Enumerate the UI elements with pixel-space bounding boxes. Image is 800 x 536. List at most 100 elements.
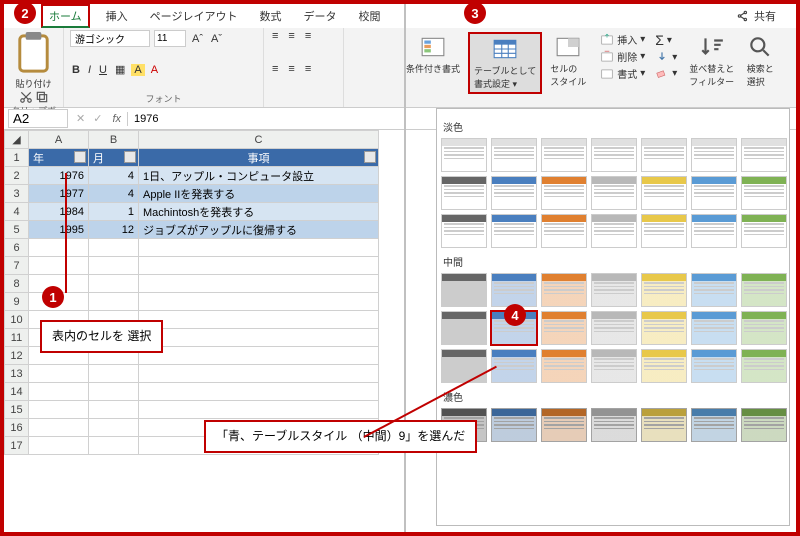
table-style-thumb[interactable] xyxy=(641,408,687,442)
cell[interactable]: 1 xyxy=(89,203,139,221)
row-header[interactable]: 6 xyxy=(5,239,29,257)
cell[interactable]: 1977 xyxy=(29,185,89,203)
table-style-thumb[interactable] xyxy=(441,311,487,345)
row-header[interactable]: 12 xyxy=(5,347,29,365)
cell[interactable] xyxy=(29,239,89,257)
row-header[interactable]: 3 xyxy=(5,185,29,203)
row-header[interactable]: 14 xyxy=(5,383,29,401)
increase-font-button[interactable]: Aˆ xyxy=(190,33,205,45)
filter-dropdown-icon[interactable] xyxy=(364,151,376,163)
insert-cells-button[interactable]: 挿入 ▾ xyxy=(600,32,645,47)
table-style-thumb[interactable] xyxy=(591,176,637,210)
table-style-thumb[interactable] xyxy=(641,138,687,172)
cell[interactable] xyxy=(89,293,139,311)
cell[interactable] xyxy=(139,401,379,419)
row-header[interactable]: 10 xyxy=(5,311,29,329)
tab-layout[interactable]: ページレイアウト xyxy=(144,6,244,26)
name-box[interactable] xyxy=(8,109,68,128)
cell[interactable] xyxy=(89,275,139,293)
fx-icon[interactable]: fx xyxy=(106,113,127,125)
table-style-thumb[interactable] xyxy=(441,138,487,172)
cell[interactable]: 1995 xyxy=(29,221,89,239)
cell[interactable]: 1976 xyxy=(29,167,89,185)
tab-home[interactable]: ホーム xyxy=(41,4,90,28)
table-style-thumb[interactable] xyxy=(441,176,487,210)
table-style-thumb[interactable] xyxy=(491,273,537,307)
table-style-thumb[interactable] xyxy=(741,311,787,345)
tab-data[interactable]: データ xyxy=(297,6,342,26)
table-style-thumb[interactable] xyxy=(491,349,537,383)
find-select-button[interactable]: 検索と 選択 xyxy=(742,32,778,90)
cancel-icon[interactable]: ✕ xyxy=(72,112,89,125)
cell[interactable] xyxy=(29,257,89,275)
clear-button[interactable]: ▾ xyxy=(655,66,677,80)
table-style-thumb[interactable] xyxy=(541,138,587,172)
table-style-thumb[interactable] xyxy=(591,214,637,248)
cell[interactable] xyxy=(89,383,139,401)
table-style-thumb[interactable] xyxy=(541,273,587,307)
conditional-format-button[interactable]: 条件付き書式 xyxy=(402,32,464,77)
table-style-thumb[interactable] xyxy=(541,214,587,248)
row-header[interactable]: 7 xyxy=(5,257,29,275)
share-button[interactable]: 共有 xyxy=(736,8,776,24)
format-cells-button[interactable]: 書式 ▾ xyxy=(600,66,645,81)
col-header-B[interactable]: B xyxy=(89,131,139,149)
table-style-thumb[interactable] xyxy=(591,408,637,442)
filter-dropdown-icon[interactable] xyxy=(74,151,86,163)
cell[interactable] xyxy=(89,239,139,257)
table-style-thumb[interactable] xyxy=(591,138,637,172)
align-top-button[interactable]: ≡ xyxy=(270,30,280,42)
font-color-button[interactable]: A xyxy=(149,64,160,76)
cell-styles-button[interactable]: セルの スタイル xyxy=(546,32,590,90)
cell[interactable]: 1日、アップル・コンピュータ設立 xyxy=(139,167,379,185)
select-all[interactable]: ◢ xyxy=(5,131,29,149)
paste-button[interactable]: 貼り付け xyxy=(10,30,57,90)
table-style-thumb[interactable] xyxy=(691,138,737,172)
cell[interactable] xyxy=(89,257,139,275)
tab-review[interactable]: 校閲 xyxy=(352,6,386,26)
table-style-thumb[interactable] xyxy=(741,408,787,442)
cell-B1[interactable]: 月 xyxy=(89,149,139,167)
table-style-thumb[interactable] xyxy=(691,273,737,307)
cell[interactable] xyxy=(29,401,89,419)
row-header[interactable]: 17 xyxy=(5,437,29,455)
cell[interactable] xyxy=(29,383,89,401)
table-style-thumb[interactable] xyxy=(491,408,537,442)
table-style-thumb[interactable] xyxy=(691,176,737,210)
row-header[interactable]: 1 xyxy=(5,149,29,167)
align-center-button[interactable]: ≡ xyxy=(286,63,296,75)
row-header[interactable]: 8 xyxy=(5,275,29,293)
cell[interactable]: Apple IIを発表する xyxy=(139,185,379,203)
row-header[interactable]: 5 xyxy=(5,221,29,239)
cell[interactable] xyxy=(89,365,139,383)
row-header[interactable]: 9 xyxy=(5,293,29,311)
table-style-thumb[interactable] xyxy=(641,349,687,383)
cell[interactable] xyxy=(139,239,379,257)
sort-filter-button[interactable]: 並べ替えと フィルター xyxy=(685,32,738,90)
row-header[interactable]: 2 xyxy=(5,167,29,185)
font-size-select[interactable] xyxy=(154,30,186,47)
align-bot-button[interactable]: ≡ xyxy=(303,30,313,42)
cell-C1[interactable]: 事項 xyxy=(139,149,379,167)
align-right-button[interactable]: ≡ xyxy=(303,63,313,75)
cell[interactable] xyxy=(89,419,139,437)
row-header[interactable]: 4 xyxy=(5,203,29,221)
table-style-thumb[interactable] xyxy=(541,176,587,210)
font-name-select[interactable] xyxy=(70,30,150,47)
table-style-thumb[interactable] xyxy=(541,408,587,442)
cell[interactable]: 4 xyxy=(89,185,139,203)
enter-icon[interactable]: ✓ xyxy=(89,112,106,125)
cell[interactable]: 12 xyxy=(89,221,139,239)
cell[interactable] xyxy=(139,383,379,401)
italic-button[interactable]: I xyxy=(86,64,93,76)
table-style-thumb[interactable] xyxy=(491,138,537,172)
tab-insert[interactable]: 挿入 xyxy=(100,6,134,26)
cell[interactable] xyxy=(139,365,379,383)
col-header-C[interactable]: C xyxy=(139,131,379,149)
cut-icon[interactable] xyxy=(19,90,33,104)
table-style-thumb[interactable] xyxy=(491,176,537,210)
cell[interactable] xyxy=(139,293,379,311)
decrease-font-button[interactable]: Aˇ xyxy=(209,33,224,45)
cell[interactable] xyxy=(139,329,379,347)
cell[interactable] xyxy=(29,437,89,455)
